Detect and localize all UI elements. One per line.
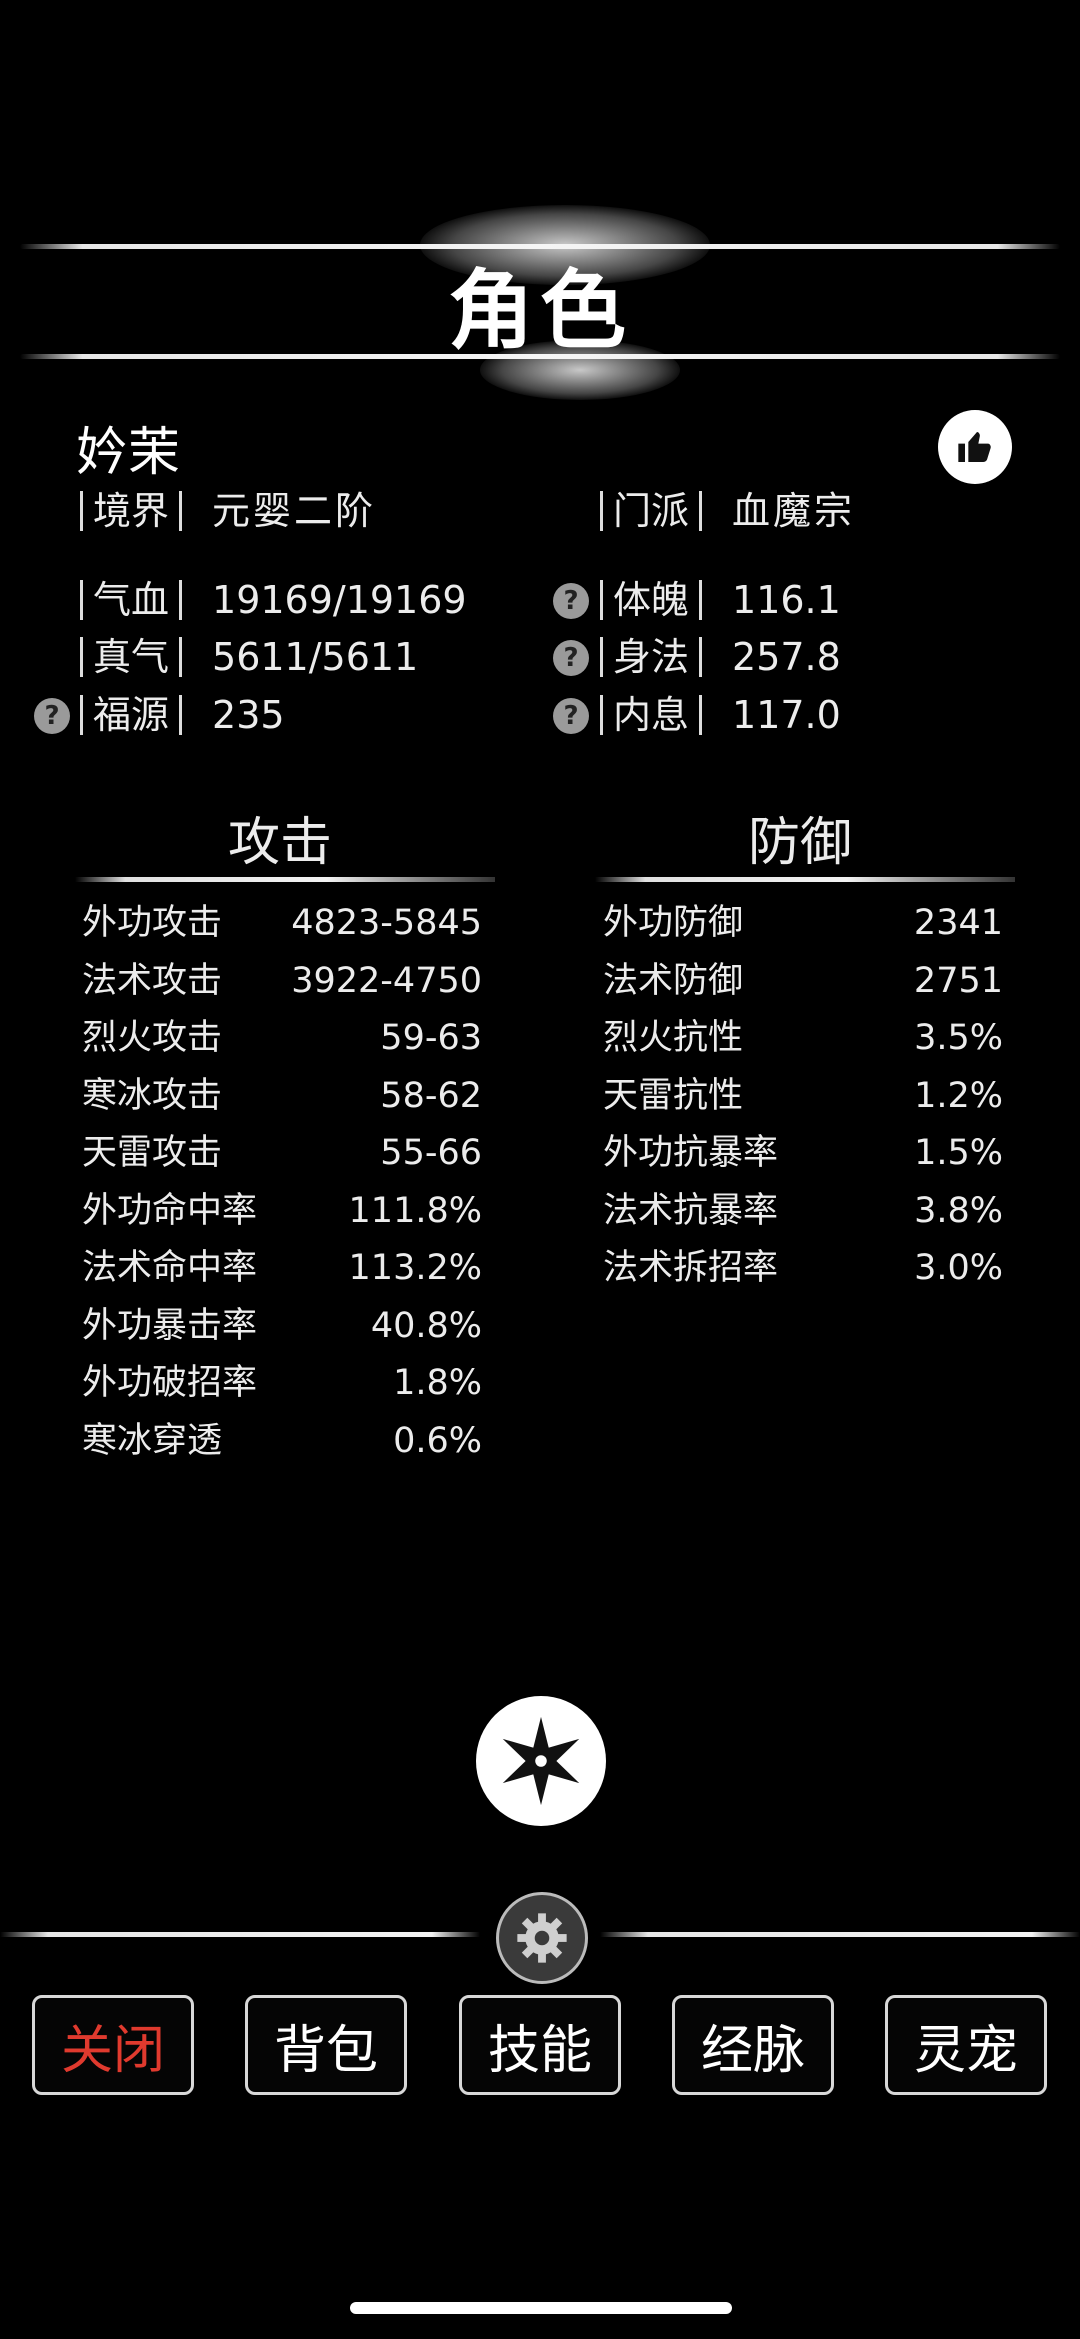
shuriken-icon (502, 1716, 580, 1806)
stat-name: 寒冰穿透 (82, 1420, 223, 1461)
stat-name: 外功防御 (603, 903, 744, 943)
stat-row: 外功攻击 4823-5845 (82, 898, 482, 948)
attr-label: 福源 (93, 693, 170, 737)
attack-underline (75, 877, 495, 882)
stat-name: 法术拆招率 (603, 1248, 779, 1288)
attack-title: 攻击 (227, 813, 332, 873)
attr-qixue: 气血 19169/19169 (80, 575, 467, 625)
stat-value: 3.8% (914, 1190, 1003, 1231)
attr-label: 体魄 (613, 578, 690, 622)
stat-value: 55-66 (380, 1133, 482, 1173)
help-icon[interactable]: ? (553, 698, 589, 734)
attr-zhenqi: 真气 5611/5611 (80, 632, 418, 682)
stat-name: 烈火攻击 (82, 1018, 223, 1058)
attr-value: 235 (212, 693, 285, 737)
stat-row: 外功防御 2341 (603, 898, 1003, 948)
stat-name: 法术抗暴率 (603, 1190, 779, 1231)
stat-value: 2751 (913, 960, 1003, 1001)
page-title: 角色 (448, 260, 632, 361)
stat-value: 3.0% (914, 1248, 1003, 1288)
stat-value: 58-62 (380, 1075, 482, 1116)
stat-row: 法术防御 2751 (603, 956, 1003, 1006)
stat-name: 外功破招率 (82, 1363, 258, 1403)
attr-label: 真气 (93, 635, 170, 679)
attr-neixi: 内息 117.0 (600, 690, 841, 740)
stat-value: 1.2% (914, 1075, 1003, 1116)
attr-value: 5611/5611 (212, 635, 419, 679)
defense-underline (595, 877, 1015, 882)
stat-row: 外功暴击率 40.8% (82, 1301, 482, 1351)
attr-value: 257.8 (732, 635, 841, 679)
stat-row: 寒冰攻击 58-62 (82, 1071, 482, 1121)
stat-row: 法术拆招率 3.0% (603, 1243, 1003, 1293)
bottom-divider-right (600, 1932, 1080, 1937)
stat-value: 111.8% (348, 1190, 482, 1231)
stat-name: 法术攻击 (82, 960, 223, 1001)
help-icon[interactable]: ? (34, 698, 70, 734)
like-button[interactable] (938, 410, 1012, 484)
stat-row: 寒冰穿透 0.6% (82, 1416, 482, 1466)
sect-value: 血魔宗 (732, 489, 856, 533)
stat-row: 天雷抗性 1.2% (603, 1071, 1003, 1121)
realm-value: 元婴二阶 (212, 489, 377, 533)
realm-row: 境界 元婴二阶 (80, 486, 376, 536)
attr-value: 116.1 (732, 578, 841, 622)
stat-row: 法术抗暴率 3.8% (603, 1186, 1003, 1236)
stat-row: 烈火攻击 59-63 (82, 1013, 482, 1063)
stat-row: 烈火抗性 3.5% (603, 1013, 1003, 1063)
character-name: 妗茉 (76, 423, 181, 483)
stat-value: 3.5% (914, 1018, 1003, 1058)
tab-bag[interactable]: 背包 (245, 1995, 407, 2095)
stat-value: 1.5% (914, 1133, 1003, 1173)
stat-name: 法术防御 (603, 960, 744, 1001)
stat-name: 外功命中率 (82, 1190, 258, 1231)
attr-value: 117.0 (732, 693, 841, 737)
stat-value: 113.2% (348, 1248, 482, 1288)
stat-name: 法术命中率 (82, 1248, 258, 1288)
stat-value: 2341 (913, 903, 1003, 943)
help-icon[interactable]: ? (553, 640, 589, 676)
attr-shenfa: 身法 257.8 (600, 632, 841, 682)
bottom-divider-left (0, 1932, 480, 1937)
attr-label: 身法 (613, 635, 690, 679)
stat-name: 烈火抗性 (603, 1018, 744, 1058)
stat-row: 天雷攻击 55-66 (82, 1128, 482, 1178)
stat-name: 外功攻击 (82, 903, 223, 943)
gear-icon (517, 1913, 567, 1963)
stat-row: 法术命中率 113.2% (82, 1243, 482, 1293)
attr-value: 19169/19169 (212, 578, 467, 622)
stat-name: 寒冰攻击 (82, 1075, 223, 1116)
stat-name: 外功暴击率 (82, 1305, 258, 1346)
stat-row: 外功命中率 111.8% (82, 1186, 482, 1236)
attr-label: 气血 (93, 578, 170, 622)
sect-row: 门派 血魔宗 (600, 486, 855, 536)
tab-skills[interactable]: 技能 (459, 1995, 621, 2095)
stat-row: 法术攻击 3922-4750 (82, 956, 482, 1006)
stat-row: 外功抗暴率 1.5% (603, 1128, 1003, 1178)
stat-name: 天雷抗性 (603, 1075, 744, 1116)
tab-meridians[interactable]: 经脉 (672, 1995, 834, 2095)
realm-label: 境界 (93, 489, 170, 533)
stat-row: 外功破招率 1.8% (82, 1358, 482, 1408)
settings-button[interactable] (496, 1892, 588, 1984)
stat-value: 0.6% (393, 1420, 482, 1461)
shuriken-button[interactable] (476, 1696, 606, 1826)
defense-title: 防御 (747, 813, 852, 873)
tab-close[interactable]: 关闭 (32, 1995, 194, 2095)
attr-label: 内息 (613, 693, 690, 737)
tab-pets[interactable]: 灵宠 (885, 1995, 1047, 2095)
stat-value: 59-63 (380, 1018, 482, 1058)
stat-value: 1.8% (393, 1363, 482, 1403)
attr-fuyuan: 福源 235 (80, 690, 285, 740)
stat-value: 4823-5845 (291, 903, 482, 943)
thumbs-up-icon (958, 432, 991, 462)
home-indicator[interactable] (350, 2302, 732, 2314)
stat-value: 3922-4750 (291, 960, 482, 1001)
sect-label: 门派 (613, 489, 690, 533)
stat-value: 40.8% (370, 1305, 482, 1346)
stat-name: 天雷攻击 (82, 1133, 223, 1173)
stat-name: 外功抗暴率 (603, 1133, 779, 1173)
help-icon[interactable]: ? (553, 583, 589, 619)
attr-tipo: 体魄 116.1 (600, 575, 841, 625)
